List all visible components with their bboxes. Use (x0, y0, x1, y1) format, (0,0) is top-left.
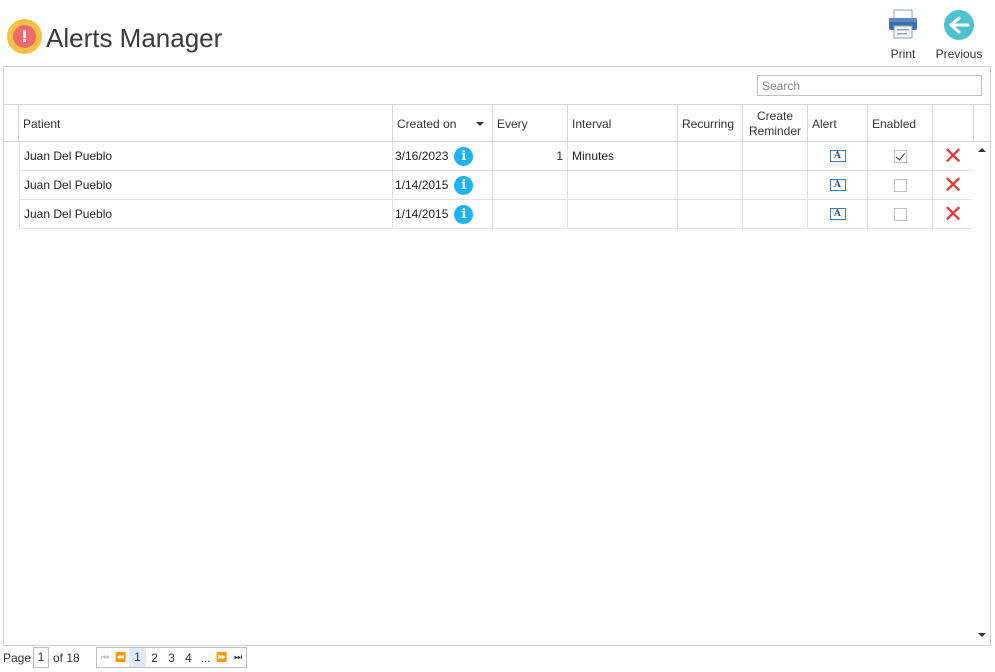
cell-enabled (868, 200, 933, 228)
pager: Page 1 of 18 ⏮ ⏪ 1 2 3 4 ... ⏩ ⏭ (0, 647, 995, 671)
cell-enabled (868, 171, 933, 199)
search-input[interactable]: Search (757, 75, 982, 96)
last-page-icon[interactable]: ⏭ (230, 652, 246, 663)
created-on-value: 1/14/2015 (395, 207, 449, 221)
print-label: Print (890, 47, 916, 61)
page-link[interactable]: 2 (146, 651, 163, 665)
delete-x-icon[interactable]: ✕ (943, 173, 963, 197)
prev-page-icon[interactable]: ⏪ (113, 652, 129, 663)
page-ellipsis[interactable]: ... (197, 651, 214, 665)
info-icon[interactable]: i (454, 204, 474, 224)
grid-header-row: Patient Created on Every Interval Recurr… (4, 104, 990, 142)
header: ! Alerts Manager Print Previous (0, 0, 995, 66)
cell-created-on: 1/14/2015 i (393, 200, 493, 228)
cell-delete: ✕ (933, 142, 973, 170)
cell-alert: A (808, 142, 868, 170)
column-header-enabled[interactable]: Enabled (868, 105, 933, 142)
alert-text-icon[interactable]: A (829, 179, 846, 191)
enabled-checkbox[interactable] (893, 178, 907, 192)
vertical-scrollbar[interactable] (973, 142, 990, 645)
cell-delete: ✕ (933, 200, 973, 228)
cell-enabled (868, 142, 933, 170)
cell-alert: A (808, 171, 868, 199)
back-arrow-icon (944, 10, 974, 40)
table-row[interactable]: Juan Del Pueblo 1/14/2015 i A ✕ (19, 171, 973, 200)
alert-logo-icon: ! (7, 19, 42, 54)
page-navigation: ⏮ ⏪ 1 2 3 4 ... ⏩ ⏭ (96, 647, 247, 668)
created-on-value: 1/14/2015 (395, 178, 449, 192)
cell-created-on: 3/16/2023 i (393, 142, 493, 170)
cell-create-reminder (743, 171, 808, 199)
page-link[interactable]: 3 (163, 651, 180, 665)
column-header-patient[interactable]: Patient (19, 105, 393, 142)
previous-label: Previous (935, 47, 983, 61)
alert-text-icon[interactable]: A (829, 208, 846, 220)
current-page-input[interactable]: 1 (33, 647, 49, 668)
cell-delete: ✕ (933, 171, 973, 199)
cell-created-on: 1/14/2015 i (393, 171, 493, 199)
page-label: Page (3, 651, 32, 665)
column-header-created-on-label: Created on (397, 116, 457, 131)
cell-recurring (678, 171, 743, 199)
column-header-alert[interactable]: Alert (808, 105, 868, 142)
sort-descending-icon (476, 122, 484, 126)
alert-text-icon[interactable]: A (829, 150, 846, 162)
cell-interval (568, 200, 678, 228)
page-link[interactable]: 1 (129, 648, 146, 667)
cell-every (493, 171, 568, 199)
column-header-recurring[interactable]: Recurring (678, 105, 743, 142)
next-page-icon[interactable]: ⏩ (214, 652, 230, 663)
created-on-value: 3/16/2023 (395, 149, 449, 163)
column-header-delete (933, 105, 974, 142)
page-count-label: of 18 (53, 651, 80, 665)
cell-patient: Juan Del Pueblo (19, 171, 393, 199)
enabled-checkbox[interactable] (893, 207, 907, 221)
page-title: Alerts Manager (46, 23, 223, 53)
table-row[interactable]: Juan Del Pueblo 1/14/2015 i A ✕ (19, 200, 973, 229)
scroll-down-icon[interactable] (978, 633, 986, 637)
column-header-created-on[interactable]: Created on (393, 105, 493, 142)
printer-icon (889, 9, 917, 39)
cell-create-reminder (743, 142, 808, 170)
scroll-up-icon[interactable] (978, 148, 986, 152)
previous-button[interactable]: Previous (933, 8, 985, 61)
cell-interval: Minutes (568, 142, 678, 170)
delete-x-icon[interactable]: ✕ (943, 202, 963, 226)
print-button[interactable]: Print (883, 8, 923, 61)
column-header-interval[interactable]: Interval (568, 105, 678, 142)
cell-patient: Juan Del Pueblo (19, 200, 393, 228)
info-icon[interactable]: i (454, 146, 474, 166)
column-header-create-reminder[interactable]: Create Reminder (743, 105, 808, 142)
cell-every: 1 (493, 142, 568, 170)
first-page-icon[interactable]: ⏮ (97, 652, 113, 663)
cell-recurring (678, 200, 743, 228)
cell-interval (568, 171, 678, 199)
page-link[interactable]: 4 (180, 651, 197, 665)
cell-create-reminder (743, 200, 808, 228)
cell-every (493, 200, 568, 228)
cell-alert: A (808, 200, 868, 228)
enabled-checkbox[interactable] (893, 149, 907, 163)
column-header-every[interactable]: Every (493, 105, 568, 142)
table-row[interactable]: Juan Del Pueblo 3/16/2023 i 1 Minutes A … (19, 142, 973, 171)
row-indicator-header (4, 105, 19, 142)
cell-patient: Juan Del Pueblo (19, 142, 393, 170)
delete-x-icon[interactable]: ✕ (943, 144, 963, 168)
info-icon[interactable]: i (454, 175, 474, 195)
cell-recurring (678, 142, 743, 170)
